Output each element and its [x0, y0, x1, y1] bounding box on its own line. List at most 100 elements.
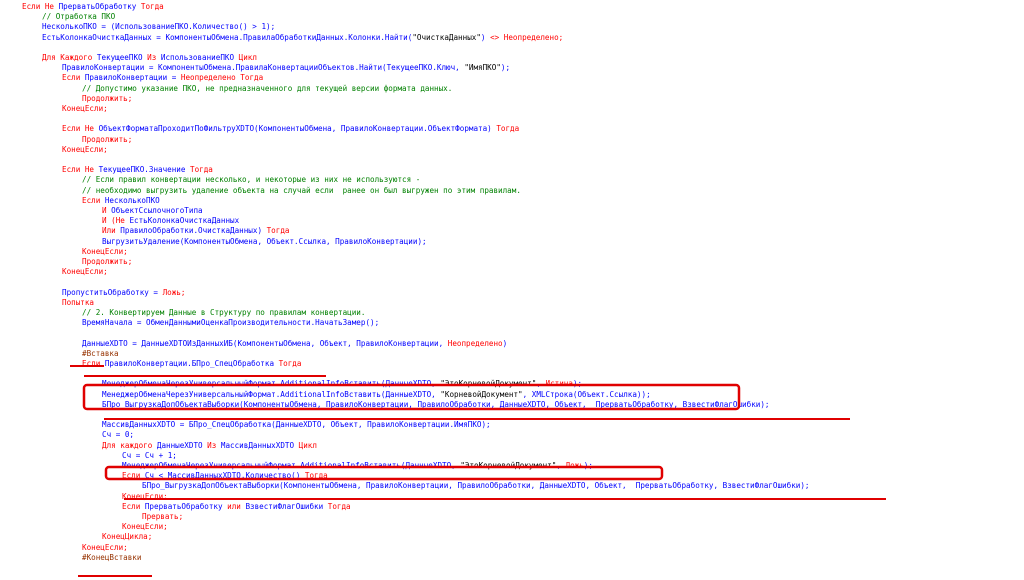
code-token: , [536, 379, 546, 389]
code-token: Тогда [278, 359, 302, 368]
code-line[interactable]: Или ПравилоОбработки.ОчисткаДанных) Тогд… [102, 226, 289, 236]
code-token: ЕстьКолонкаОчисткаДанных = КомпонентыОбм… [42, 32, 413, 42]
code-token: Для Каждого [42, 53, 97, 62]
code-line[interactable]: КонецЦикла; [102, 532, 152, 542]
code-token: ВремяНачала = ОбменДаннымиОценкаПроизвод… [82, 318, 380, 328]
code-line[interactable]: Прервать; [142, 512, 183, 522]
code-token: ТекущееПКО.Значение [98, 165, 191, 175]
code-token: Если Не [22, 2, 59, 11]
code-token: Неопределено Тогда [180, 73, 264, 83]
code-token: ТекущееПКО [96, 53, 148, 62]
code-line[interactable]: КонецЕсли; [122, 492, 168, 502]
code-token: // необходимо выгрузить удаление объекта… [82, 185, 521, 195]
code-line[interactable]: // Если правил конвертации несколько, и … [82, 175, 420, 185]
code-token: ПравилоКонвертации.БПро_СпецОбработка [104, 359, 279, 368]
code-line[interactable]: // Допустимо указание ПКО, не предназнач… [82, 84, 452, 94]
code-line[interactable]: КонецЕсли; [122, 522, 168, 532]
code-line[interactable]: Если ПравилоКонвертации.БПро_СпецОбработ… [82, 359, 301, 369]
code-line[interactable]: // 2. Конвертируем Данные в Структуру по… [82, 308, 365, 318]
code-token: "ОчисткаДанных" [412, 32, 481, 42]
code-line[interactable]: ВыгрузитьУдаление(КомпонентыОбмена, Объе… [102, 237, 427, 247]
code-line[interactable]: БПро_ВыгрузкаДопОбъектаВыборки(Компонент… [142, 481, 810, 491]
code-token: КонецЕсли; [62, 267, 108, 277]
code-token: // Если правил конвертации несколько, и … [82, 175, 421, 185]
code-token: Тогда [304, 471, 328, 481]
code-line[interactable]: Сч = 0; [102, 430, 134, 440]
code-line[interactable]: Если Не ПрерватьОбработку Тогда [22, 2, 164, 12]
code-token: Продолжить; [82, 257, 133, 266]
code-token: Продолжить; [82, 134, 133, 144]
code-line[interactable]: Если НесколькоПКО [82, 196, 160, 206]
code-token: ЕстьКолонкаОчисткаДанных [129, 216, 240, 226]
code-line[interactable]: // Отработка ПКО [42, 12, 115, 22]
code-line[interactable]: Попытка [62, 298, 94, 308]
code-token: Цикл [298, 440, 317, 450]
code-token: МенеджерОбменаЧерезУниверсальныйФормат.A… [102, 389, 441, 399]
code-token: БПро_ВыгрузкаДопОбъектаВыборки(Компонент… [142, 481, 810, 491]
code-token: "КорневойДокумент" [440, 389, 523, 399]
code-line[interactable]: КонецЕсли; [62, 267, 108, 277]
code-line[interactable]: Сч = Сч + 1; [122, 451, 177, 461]
code-line[interactable]: Если Не ОбъектФорматаПроходитПоФильтруXD… [62, 124, 519, 134]
code-token: МенеджерОбменаЧерезУниверсальныйФормат.A… [122, 461, 461, 470]
code-token: ) [480, 32, 491, 42]
code-token: #КонецВставки [82, 552, 142, 562]
code-token: И (Не [102, 216, 130, 226]
code-token: ПрерватьОбработку [144, 501, 228, 511]
code-token: Если [122, 501, 145, 511]
code-token: Если [62, 73, 85, 83]
code-line[interactable]: КонецЕсли; [62, 104, 108, 114]
code-line[interactable]: ВремяНачала = ОбменДаннымиОценкаПроизвод… [82, 318, 379, 328]
code-line[interactable]: Продолжить; [82, 135, 132, 145]
code-line[interactable]: Для Каждого ТекущееПКО Из ИспользованиеП… [42, 53, 257, 63]
code-line[interactable]: Если ПравилоКонвертации = Неопределено Т… [62, 73, 263, 83]
code-token: , [556, 461, 566, 470]
code-line[interactable]: БПро_ВыгрузкаДопОбъектаВыборки(Компонент… [102, 400, 770, 410]
code-token: Если Не [62, 124, 99, 134]
code-token: Ложь [565, 461, 584, 470]
code-line[interactable]: Если ПрерватьОбработку или ВзвестиФлагОш… [122, 502, 351, 512]
code-line[interactable]: Если Не ТекущееПКО.Значение Тогда [62, 165, 213, 175]
code-token: ) [502, 338, 508, 348]
code-line[interactable]: Продолжить; [82, 94, 132, 104]
code-token: ОбъектФорматаПроходитПоФильтруXDTO(Компо… [98, 124, 497, 134]
code-line[interactable]: МассивДанныхXDTO = БПро_СпецОбработка(Да… [102, 420, 491, 430]
code-line[interactable]: ДанныеXDTO = ДанныеXDTOИзДанныхИБ(Компон… [82, 339, 507, 349]
code-token: НесколькоПКО [104, 195, 160, 205]
code-line[interactable]: Для каждого ДанныеXDTO Из МассивДанныхXD… [102, 441, 317, 451]
code-line[interactable]: ПропуститьОбработку = Ложь; [62, 288, 185, 298]
code-line[interactable]: КонецЕсли; [82, 543, 128, 553]
code-token: <> Неопределено; [490, 32, 564, 42]
code-line[interactable]: Если Сч < МассивДанныхXDTO.Количество() … [122, 471, 328, 481]
code-editor[interactable]: Если Не ПрерватьОбработку Тогда// Отрабо… [0, 0, 1024, 580]
code-token: ДанныеXDTO = ДанныеXDTOИзДанныхИБ(Компон… [82, 338, 448, 348]
code-line[interactable]: // необходимо выгрузить удаление объекта… [82, 186, 521, 196]
code-line[interactable]: И (Не ЕстьКолонкаОчисткаДанных [102, 216, 239, 226]
code-token: КонецЕсли; [62, 144, 108, 154]
code-token: БПро_ВыгрузкаДопОбъектаВыборки(Компонент… [102, 399, 770, 409]
code-line[interactable]: ЕстьКолонкаОчисткаДанных = КомпонентыОбм… [42, 33, 563, 43]
code-line[interactable]: #КонецВставки [82, 553, 141, 563]
code-line[interactable]: Продолжить; [82, 257, 132, 267]
code-token: КонецЕсли; [122, 491, 168, 501]
code-token: Неопределено [447, 338, 503, 348]
code-line[interactable]: МенеджерОбменаЧерезУниверсальныйФормат.A… [102, 390, 651, 400]
code-token: "ИмяПКО" [464, 63, 501, 73]
code-token: // 2. Конвертируем Данные в Структуру по… [82, 308, 366, 317]
code-token: ПравилоКонвертации = КомпонентыОбмена.Пр… [62, 63, 465, 73]
code-line[interactable]: КонецЕсли; [62, 145, 108, 155]
code-token: ОбъектСсылочногоТипа [111, 206, 203, 215]
code-token: КонецЕсли; [82, 542, 128, 552]
code-token: МенеджерОбменаЧерезУниверсальныйФормат.A… [102, 379, 441, 389]
code-line[interactable]: НесколькоПКО = (ИспользованиеПКО.Количес… [42, 22, 275, 32]
code-token: "ЭтоКорневойДокумент" [440, 379, 537, 389]
code-token: Тогда [496, 124, 520, 134]
code-token: или [227, 501, 246, 511]
code-line[interactable]: МенеджерОбменаЧерезУниверсальныйФормат.A… [122, 461, 593, 471]
code-line[interactable]: #Вставка [82, 349, 119, 359]
code-line[interactable]: И ОбъектСсылочногоТипа [102, 206, 203, 216]
code-line[interactable]: МенеджерОбменаЧерезУниверсальныйФормат.A… [102, 379, 582, 389]
code-line[interactable]: ПравилоКонвертации = КомпонентыОбмена.Пр… [62, 63, 510, 73]
code-token: Если [82, 195, 105, 205]
code-line[interactable]: КонецЕсли; [82, 247, 128, 257]
